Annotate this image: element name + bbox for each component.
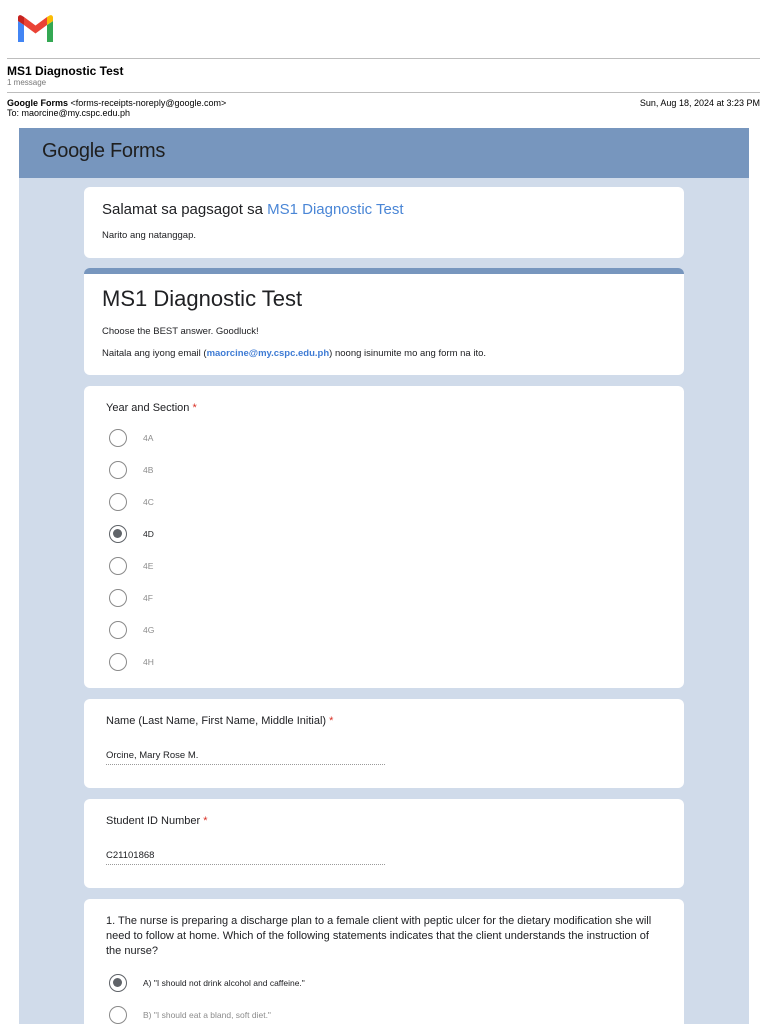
question-1-option-b[interactable]: B) "I should eat a bland, soft diet." bbox=[109, 1005, 271, 1024]
question-label: Name (Last Name, First Name, Middle Init… bbox=[106, 715, 334, 727]
radio-icon bbox=[109, 653, 127, 671]
email-to: To: maorcine@my.cspc.edu.ph bbox=[7, 108, 131, 118]
sender-name: Google Forms bbox=[7, 98, 69, 108]
form-title: MS1 Diagnostic Test bbox=[102, 286, 303, 311]
required-mark: * bbox=[329, 715, 334, 727]
required-mark: * bbox=[192, 402, 197, 414]
name-card: Name (Last Name, First Name, Middle Init… bbox=[84, 699, 684, 788]
option-4d[interactable]: 4D bbox=[109, 524, 154, 544]
form-link[interactable]: MS1 Diagnostic Test bbox=[267, 201, 403, 218]
option-4h[interactable]: 4H bbox=[109, 652, 154, 672]
gmail-logo-icon bbox=[18, 15, 53, 42]
required-mark: * bbox=[203, 815, 208, 827]
email-from: Google Forms <forms-receipts-noreply@goo… bbox=[7, 98, 226, 108]
student-id-answer: C21101868 bbox=[106, 850, 385, 865]
radio-checked-icon bbox=[109, 974, 127, 992]
radio-icon bbox=[109, 621, 127, 639]
question-1-card: 1. The nurse is preparing a discharge pl… bbox=[84, 899, 684, 1024]
forms-header: Google Forms bbox=[19, 128, 749, 178]
forms-receipt: Google Forms Salamat sa pagsagot sa MS1 … bbox=[19, 128, 749, 1024]
google-forms-logo: Google Forms bbox=[42, 140, 166, 162]
sender-address: <forms-receipts-noreply@google.com> bbox=[70, 98, 227, 108]
name-answer: Orcine, Mary Rose M. bbox=[106, 750, 385, 765]
thanks-card: Salamat sa pagsagot sa MS1 Diagnostic Te… bbox=[84, 187, 684, 258]
question-label: Year and Section * bbox=[106, 402, 197, 414]
form-description: Choose the BEST answer. Goodluck! bbox=[102, 326, 259, 337]
question-label: Student ID Number * bbox=[106, 815, 208, 827]
form-title-card: MS1 Diagnostic Test Choose the BEST answ… bbox=[84, 268, 684, 375]
year-section-card: Year and Section * 4A 4B 4C 4D 4E 4F 4G … bbox=[84, 386, 684, 688]
radio-icon bbox=[109, 493, 127, 511]
thanks-title: Salamat sa pagsagot sa MS1 Diagnostic Te… bbox=[102, 201, 404, 218]
radio-checked-icon bbox=[109, 525, 127, 543]
radio-icon bbox=[109, 1006, 127, 1024]
question-1-option-a[interactable]: A) "I should not drink alcohol and caffe… bbox=[109, 973, 305, 993]
recorded-email: Naitala ang iyong email (maorcine@my.csp… bbox=[102, 348, 487, 359]
student-id-card: Student ID Number * C21101868 bbox=[84, 799, 684, 888]
email-subject: MS1 Diagnostic Test bbox=[7, 64, 124, 78]
email-date: Sun, Aug 18, 2024 at 3:23 PM bbox=[639, 98, 760, 108]
question-1-text: 1. The nurse is preparing a discharge pl… bbox=[106, 915, 652, 957]
radio-icon bbox=[109, 589, 127, 607]
email-link[interactable]: maorcine@my.cspc.edu.ph bbox=[207, 348, 330, 359]
subject-divider bbox=[7, 92, 760, 93]
option-4e[interactable]: 4E bbox=[109, 556, 153, 576]
option-4g[interactable]: 4G bbox=[109, 620, 154, 640]
thanks-subtitle: Narito ang natanggap. bbox=[102, 230, 197, 241]
option-4b[interactable]: 4B bbox=[109, 460, 153, 480]
radio-icon bbox=[109, 461, 127, 479]
radio-icon bbox=[109, 557, 127, 575]
option-4f[interactable]: 4F bbox=[109, 588, 153, 608]
message-count: 1 message bbox=[7, 78, 47, 87]
option-4c[interactable]: 4C bbox=[109, 492, 154, 512]
option-4a[interactable]: 4A bbox=[109, 428, 153, 448]
radio-icon bbox=[109, 429, 127, 447]
header-divider bbox=[7, 58, 760, 59]
